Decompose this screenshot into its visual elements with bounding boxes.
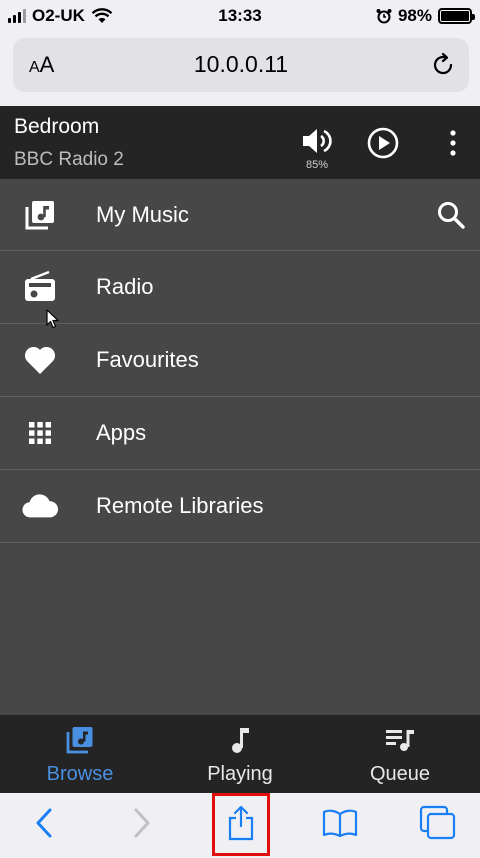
search-icon[interactable] xyxy=(436,200,466,230)
back-button[interactable] xyxy=(24,803,64,843)
queue-icon xyxy=(386,730,414,751)
tabs-icon xyxy=(419,805,456,840)
browse-item-my-music[interactable]: My Music xyxy=(0,179,480,251)
browse-item-label: Remote Libraries xyxy=(96,493,264,518)
chevron-right-icon xyxy=(134,808,150,838)
book-icon xyxy=(322,809,358,838)
tab-label: Playing xyxy=(207,763,273,785)
tab-playing[interactable]: Playing xyxy=(160,715,320,793)
tab-queue[interactable]: Queue xyxy=(320,715,480,793)
battery-percent: 98% xyxy=(397,6,432,25)
heart-icon xyxy=(22,342,58,378)
url-text[interactable]: 10.0.0.11 xyxy=(13,51,469,78)
cloud-icon xyxy=(22,488,58,524)
player-header: Bedroom BBC Radio 2 85% xyxy=(0,106,480,179)
status-bar: O2-UK 13:33 98% xyxy=(0,0,480,32)
more-options-icon[interactable] xyxy=(440,128,466,158)
station-name: BBC Radio 2 xyxy=(14,149,124,170)
share-button-highlight xyxy=(212,793,270,856)
browse-item-remote-libraries[interactable]: Remote Libraries xyxy=(0,470,480,543)
music-library-icon xyxy=(22,197,58,233)
mouse-cursor-icon xyxy=(46,309,59,329)
bookmarks-button[interactable] xyxy=(320,803,360,843)
browse-item-label: Apps xyxy=(96,420,147,445)
tab-label: Queue xyxy=(369,763,431,785)
room-name[interactable]: Bedroom xyxy=(14,115,99,139)
browse-list: My Music Radio Favourites Apps Remote Li… xyxy=(0,179,480,543)
browse-item-favourites[interactable]: Favourites xyxy=(0,324,480,397)
tab-label: Browse xyxy=(46,763,114,785)
radio-icon xyxy=(22,269,58,305)
music-note-icon xyxy=(232,728,249,753)
battery-icon xyxy=(438,8,475,24)
volume-level: 85% xyxy=(305,159,329,171)
browse-item-label: Radio xyxy=(96,274,154,299)
browser-address-area: AA 10.0.0.11 xyxy=(0,32,480,106)
bottom-tab-bar: Browse Playing Queue xyxy=(0,715,480,793)
browse-item-label: Favourites xyxy=(96,347,199,372)
play-icon[interactable] xyxy=(366,126,400,160)
browse-item-label: My Music xyxy=(96,201,189,227)
address-bar[interactable]: AA 10.0.0.11 xyxy=(13,38,469,92)
apps-grid-icon xyxy=(22,415,58,451)
alarm-icon xyxy=(376,9,392,24)
battery-info: 98% xyxy=(376,6,475,26)
reload-icon[interactable] xyxy=(429,51,457,79)
tabs-button[interactable] xyxy=(418,803,458,843)
music-library-icon xyxy=(66,727,93,754)
chevron-left-icon xyxy=(36,808,52,838)
tab-browse[interactable]: Browse xyxy=(0,715,160,793)
browse-item-apps[interactable]: Apps xyxy=(0,397,480,470)
forward-button[interactable] xyxy=(122,803,162,843)
browse-item-radio[interactable]: Radio xyxy=(0,251,480,324)
volume-icon[interactable] xyxy=(300,126,334,156)
